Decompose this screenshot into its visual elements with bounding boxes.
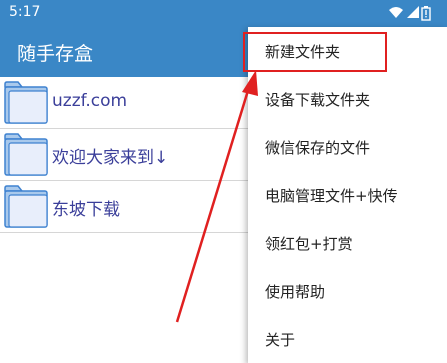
menu-item-label: 使用帮助: [265, 283, 326, 301]
menu-item-label: 设备下载文件夹: [265, 91, 371, 109]
menu-item-wechat-files[interactable]: 微信保存的文件: [248, 123, 447, 171]
battery-icon: [421, 6, 431, 21]
wifi-icon: [389, 7, 403, 18]
menu-item-red-packet[interactable]: 领红包+打赏: [248, 219, 447, 267]
folder-label: 东坡下载: [52, 200, 120, 220]
menu-item-pc-transfer[interactable]: 电脑管理文件+快传: [248, 171, 447, 219]
folder-label: uzzf.com: [52, 91, 128, 111]
overflow-menu: 新建文件夹 设备下载文件夹 微信保存的文件 电脑管理文件+快传 领红包+打赏 使…: [248, 27, 447, 363]
menu-item-device-downloads[interactable]: 设备下载文件夹: [248, 75, 447, 123]
folder-label: 欢迎大家来到↓: [52, 148, 169, 168]
menu-item-label: 电脑管理文件+快传: [265, 187, 398, 205]
menu-item-label: 新建文件夹: [265, 43, 341, 61]
menu-item-new-folder[interactable]: 新建文件夹: [248, 27, 447, 75]
menu-item-label: 微信保存的文件: [265, 139, 371, 157]
signal-icon: [407, 6, 419, 18]
folder-icon: [4, 185, 48, 228]
status-icons: [389, 6, 431, 21]
menu-item-label: 领红包+打赏: [265, 235, 353, 253]
folder-icon: [4, 133, 48, 176]
status-time: 5:17: [9, 4, 41, 20]
menu-item-help[interactable]: 使用帮助: [248, 267, 447, 315]
folder-icon: [4, 81, 48, 124]
menu-item-about[interactable]: 关于: [248, 315, 447, 363]
menu-item-label: 关于: [265, 331, 296, 349]
status-bar: 5:17: [0, 0, 447, 27]
app-screen: 5:17 随手存盒 uzzf.com 欢迎大家来到↓ 东坡下载 新建文件夹 设备…: [0, 0, 447, 363]
app-title: 随手存盒: [17, 43, 94, 65]
